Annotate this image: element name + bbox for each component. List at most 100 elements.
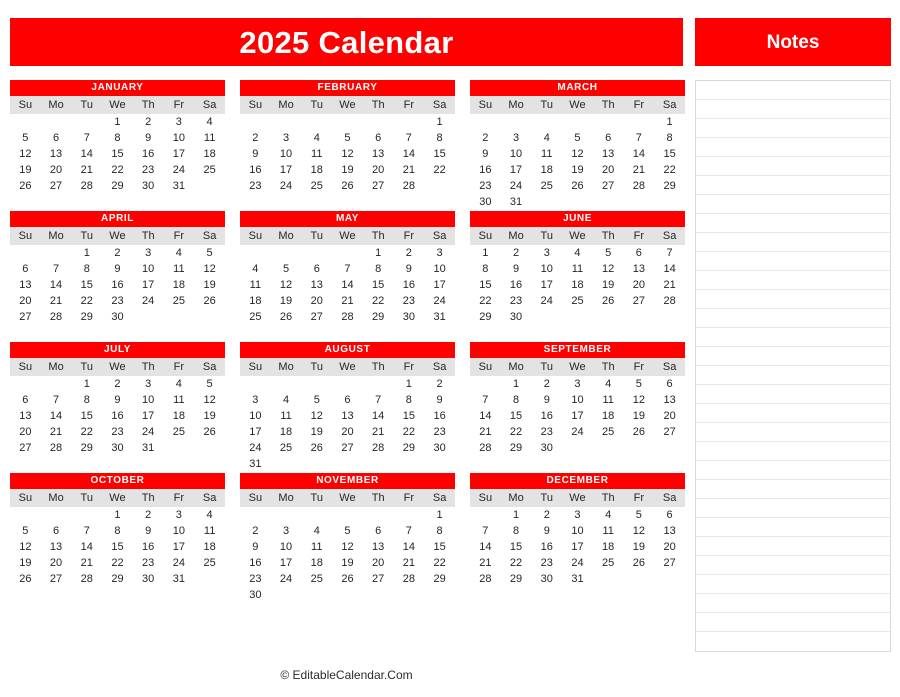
day-cell[interactable]: 16 <box>240 162 271 178</box>
note-line[interactable] <box>696 499 890 518</box>
day-cell[interactable]: 11 <box>301 539 332 555</box>
day-cell[interactable]: 29 <box>102 178 133 194</box>
day-cell[interactable]: 9 <box>102 261 133 277</box>
day-cell[interactable]: 17 <box>271 162 302 178</box>
day-cell[interactable]: 2 <box>394 245 425 261</box>
day-cell[interactable]: 20 <box>41 555 72 571</box>
day-cell[interactable]: 27 <box>363 571 394 587</box>
day-cell[interactable]: 11 <box>593 523 624 539</box>
day-cell[interactable]: 24 <box>562 555 593 571</box>
day-cell[interactable]: 21 <box>470 555 501 571</box>
day-cell[interactable]: 1 <box>470 245 501 261</box>
day-cell[interactable]: 8 <box>501 523 532 539</box>
day-cell[interactable]: 13 <box>363 146 394 162</box>
day-cell[interactable]: 15 <box>71 408 102 424</box>
day-cell[interactable]: 6 <box>332 392 363 408</box>
day-cell[interactable]: 5 <box>332 523 363 539</box>
day-cell[interactable]: 27 <box>654 424 685 440</box>
day-cell[interactable]: 3 <box>164 507 195 523</box>
day-cell[interactable]: 20 <box>332 424 363 440</box>
day-cell[interactable]: 31 <box>240 456 271 472</box>
day-cell[interactable]: 16 <box>501 277 532 293</box>
day-cell[interactable]: 13 <box>41 146 72 162</box>
day-cell[interactable]: 13 <box>332 408 363 424</box>
day-cell[interactable]: 22 <box>501 555 532 571</box>
day-cell[interactable]: 9 <box>501 261 532 277</box>
day-cell[interactable]: 9 <box>531 392 562 408</box>
day-cell[interactable]: 20 <box>593 162 624 178</box>
day-cell[interactable]: 20 <box>363 162 394 178</box>
day-cell[interactable]: 7 <box>332 261 363 277</box>
day-cell[interactable]: 27 <box>10 440 41 456</box>
day-cell[interactable]: 25 <box>240 309 271 325</box>
note-line[interactable] <box>696 461 890 480</box>
day-cell[interactable]: 22 <box>102 555 133 571</box>
day-cell[interactable]: 2 <box>102 376 133 392</box>
day-cell[interactable]: 28 <box>654 293 685 309</box>
day-cell[interactable]: 29 <box>470 309 501 325</box>
day-cell[interactable]: 1 <box>71 376 102 392</box>
day-cell[interactable]: 6 <box>363 130 394 146</box>
day-cell[interactable]: 14 <box>624 146 655 162</box>
note-line[interactable] <box>696 423 890 442</box>
day-cell[interactable]: 10 <box>531 261 562 277</box>
day-cell[interactable]: 15 <box>102 146 133 162</box>
day-cell[interactable]: 28 <box>41 309 72 325</box>
day-cell[interactable]: 25 <box>164 293 195 309</box>
day-cell[interactable]: 5 <box>624 376 655 392</box>
day-cell[interactable]: 7 <box>41 392 72 408</box>
day-cell[interactable]: 21 <box>71 162 102 178</box>
day-cell[interactable]: 18 <box>164 408 195 424</box>
day-cell[interactable]: 10 <box>562 523 593 539</box>
day-cell[interactable]: 10 <box>271 539 302 555</box>
day-cell[interactable]: 23 <box>531 555 562 571</box>
day-cell[interactable]: 26 <box>301 440 332 456</box>
day-cell[interactable]: 22 <box>424 555 455 571</box>
day-cell[interactable]: 15 <box>501 539 532 555</box>
day-cell[interactable]: 1 <box>654 114 685 130</box>
day-cell[interactable]: 22 <box>363 293 394 309</box>
day-cell[interactable]: 30 <box>470 194 501 210</box>
day-cell[interactable]: 19 <box>194 408 225 424</box>
day-cell[interactable]: 28 <box>394 571 425 587</box>
note-line[interactable] <box>696 271 890 290</box>
day-cell[interactable]: 16 <box>102 408 133 424</box>
day-cell[interactable]: 15 <box>71 277 102 293</box>
day-cell[interactable]: 22 <box>394 424 425 440</box>
day-cell[interactable]: 5 <box>593 245 624 261</box>
day-cell[interactable]: 14 <box>71 146 102 162</box>
day-cell[interactable]: 30 <box>501 309 532 325</box>
day-cell[interactable]: 9 <box>240 146 271 162</box>
day-cell[interactable]: 30 <box>531 440 562 456</box>
day-cell[interactable]: 8 <box>501 392 532 408</box>
day-cell[interactable]: 3 <box>562 507 593 523</box>
note-line[interactable] <box>696 347 890 366</box>
day-cell[interactable]: 21 <box>332 293 363 309</box>
note-line[interactable] <box>696 537 890 556</box>
day-cell[interactable]: 26 <box>10 571 41 587</box>
day-cell[interactable]: 2 <box>240 523 271 539</box>
day-cell[interactable]: 23 <box>133 162 164 178</box>
day-cell[interactable]: 5 <box>332 130 363 146</box>
day-cell[interactable]: 14 <box>470 408 501 424</box>
day-cell[interactable]: 24 <box>424 293 455 309</box>
day-cell[interactable]: 13 <box>363 539 394 555</box>
day-cell[interactable]: 27 <box>332 440 363 456</box>
day-cell[interactable]: 4 <box>194 507 225 523</box>
day-cell[interactable]: 24 <box>531 293 562 309</box>
day-cell[interactable]: 19 <box>562 162 593 178</box>
day-cell[interactable]: 5 <box>271 261 302 277</box>
day-cell[interactable]: 8 <box>424 130 455 146</box>
day-cell[interactable]: 4 <box>240 261 271 277</box>
day-cell[interactable]: 23 <box>102 424 133 440</box>
day-cell[interactable]: 8 <box>424 523 455 539</box>
day-cell[interactable]: 11 <box>164 392 195 408</box>
day-cell[interactable]: 6 <box>10 261 41 277</box>
day-cell[interactable]: 11 <box>301 146 332 162</box>
note-line[interactable] <box>696 138 890 157</box>
day-cell[interactable]: 24 <box>271 178 302 194</box>
day-cell[interactable]: 15 <box>102 539 133 555</box>
day-cell[interactable]: 6 <box>624 245 655 261</box>
day-cell[interactable]: 20 <box>10 424 41 440</box>
day-cell[interactable]: 18 <box>531 162 562 178</box>
